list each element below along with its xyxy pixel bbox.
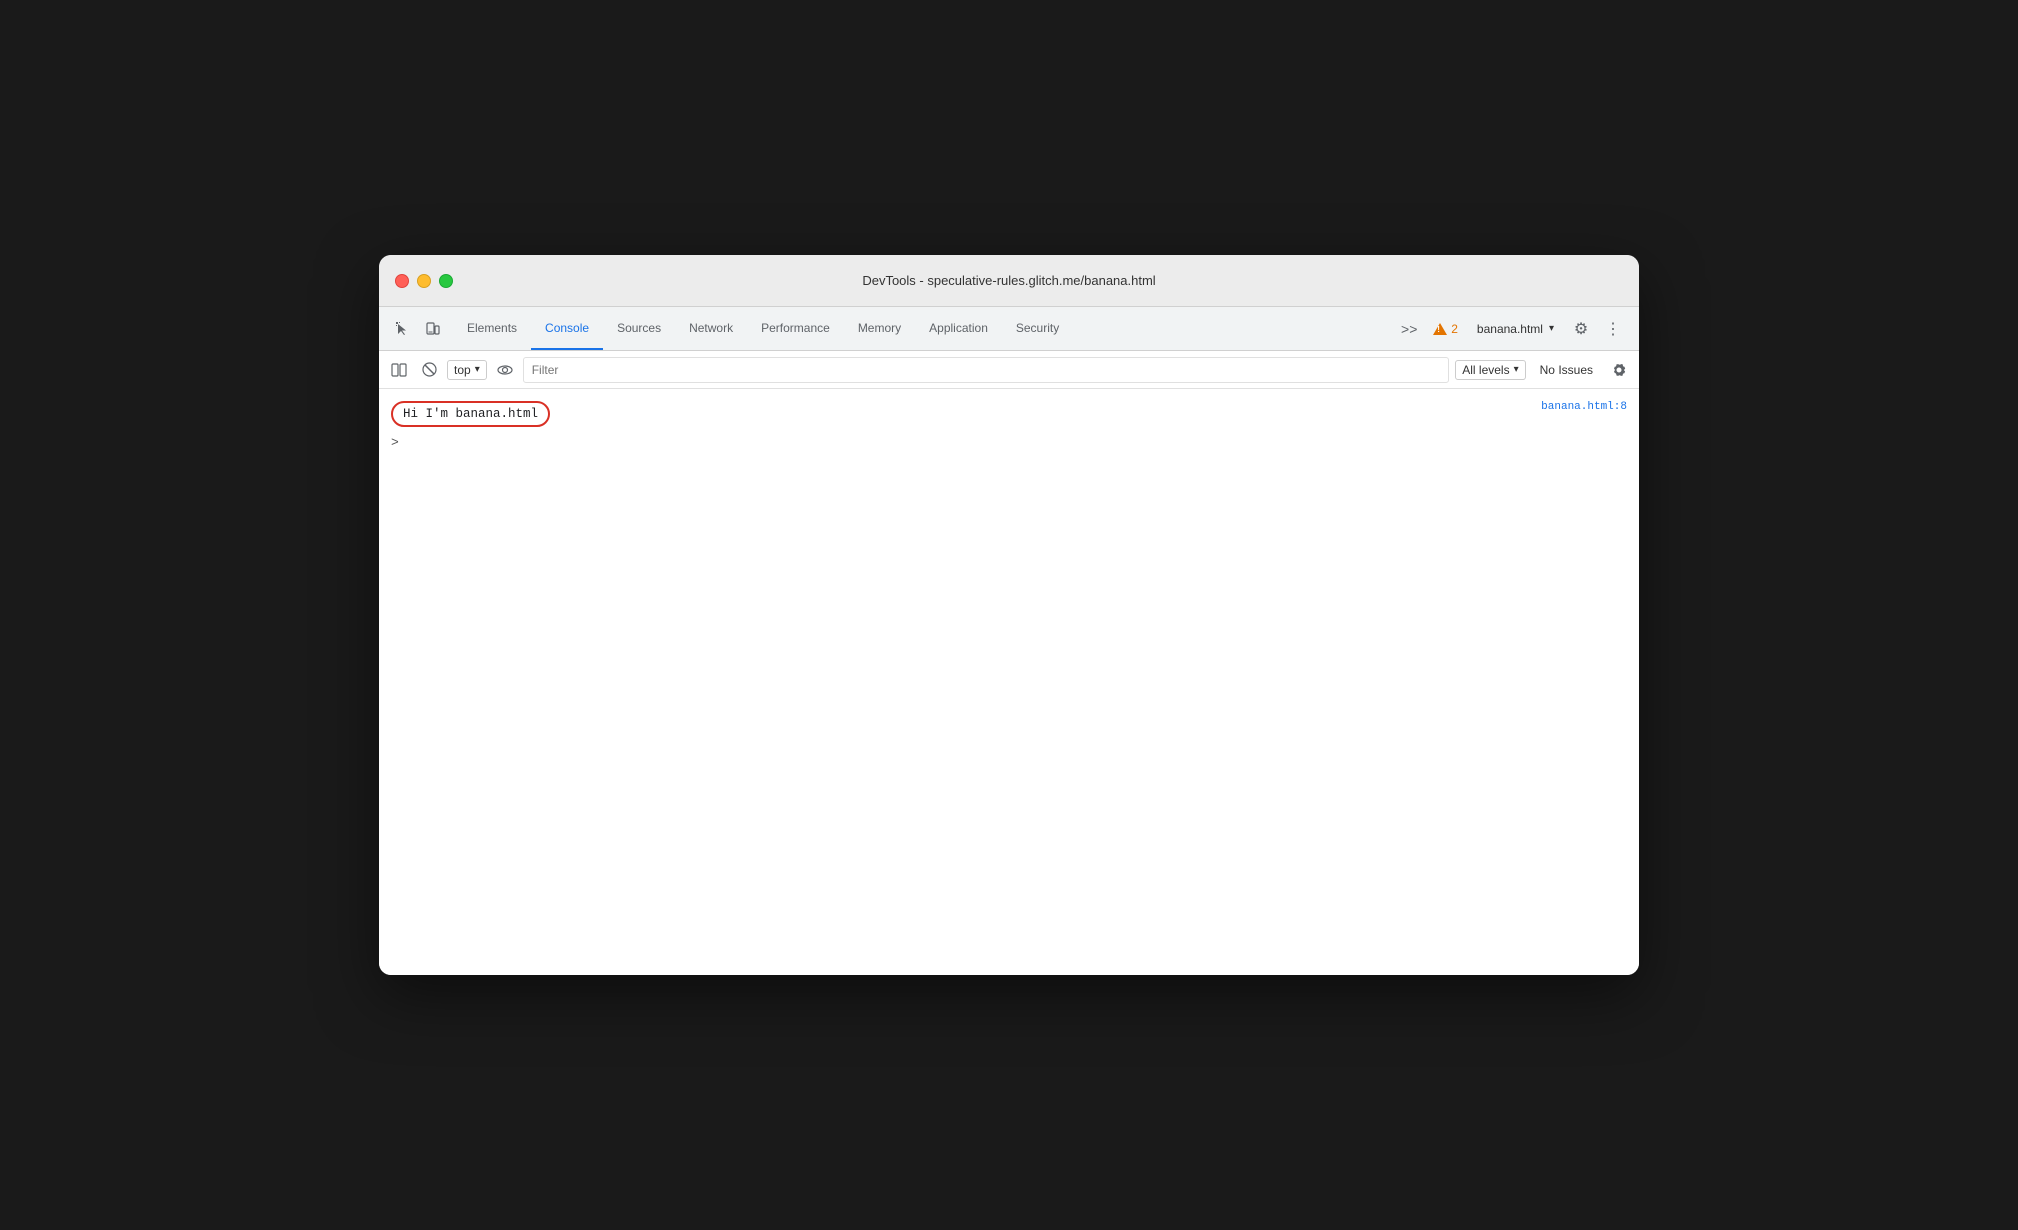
traffic-lights — [395, 274, 453, 288]
maximize-button[interactable] — [439, 274, 453, 288]
filename-selector[interactable]: banana.html ▾ — [1468, 319, 1563, 339]
live-expressions-button[interactable] — [493, 358, 517, 382]
tab-bar-right: >> 2 banana.html ▾ ⚙ ⋮ — [1387, 307, 1635, 350]
chevron-down-icon: ▾ — [1549, 323, 1554, 334]
log-levels-selector[interactable]: All levels ▾ — [1455, 360, 1525, 380]
tab-network[interactable]: Network — [675, 307, 747, 350]
console-settings-button[interactable] — [1607, 358, 1631, 382]
devtools-window: DevTools - speculative-rules.glitch.me/b… — [379, 255, 1639, 975]
levels-chevron-icon: ▾ — [1514, 364, 1519, 375]
inspect-element-button[interactable] — [389, 315, 417, 343]
title-bar: DevTools - speculative-rules.glitch.me/b… — [379, 255, 1639, 307]
tab-memory[interactable]: Memory — [844, 307, 915, 350]
context-chevron-icon: ▾ — [475, 364, 480, 375]
device-toolbar-button[interactable] — [419, 315, 447, 343]
window-title: DevTools - speculative-rules.glitch.me/b… — [862, 273, 1155, 288]
cursor-icon — [395, 321, 411, 337]
settings-button[interactable]: ⚙ — [1567, 315, 1595, 343]
console-message: Hi I'm banana.html — [391, 401, 550, 427]
clear-icon — [422, 362, 437, 377]
console-content: Hi I'm banana.html banana.html:8 > — [379, 389, 1639, 975]
console-entry: Hi I'm banana.html banana.html:8 — [391, 397, 1627, 431]
sidebar-toggle-icon — [391, 362, 407, 378]
minimize-button[interactable] — [417, 274, 431, 288]
tab-sources[interactable]: Sources — [603, 307, 675, 350]
warning-triangle-icon — [1433, 323, 1447, 335]
console-message-text: Hi I'm banana.html — [391, 401, 550, 427]
eye-icon — [497, 362, 513, 378]
tab-security[interactable]: Security — [1002, 307, 1073, 350]
no-issues-label: No Issues — [1532, 361, 1601, 379]
close-button[interactable] — [395, 274, 409, 288]
tab-elements[interactable]: Elements — [453, 307, 531, 350]
clear-console-button[interactable] — [417, 358, 441, 382]
context-selector[interactable]: top ▾ — [447, 360, 487, 380]
tab-performance[interactable]: Performance — [747, 307, 844, 350]
sidebar-toggle-button[interactable] — [387, 358, 411, 382]
more-options-button[interactable]: ⋮ — [1599, 315, 1627, 343]
device-icon — [425, 321, 441, 337]
tabs-container: Elements Console Sources Network Perform… — [453, 307, 1387, 350]
console-toolbar: top ▾ All levels ▾ No Issues — [379, 351, 1639, 389]
tab-bar-left-icons — [383, 307, 453, 350]
issues-badge[interactable]: 2 — [1427, 322, 1464, 336]
console-source-link[interactable]: banana.html:8 — [1541, 401, 1627, 413]
more-tabs-button[interactable]: >> — [1395, 315, 1423, 343]
prompt-chevron-icon: > — [391, 435, 399, 450]
filter-input[interactable] — [523, 357, 1450, 383]
console-prompt: > — [391, 431, 1627, 454]
settings-gear-icon — [1611, 362, 1627, 378]
tab-application[interactable]: Application — [915, 307, 1002, 350]
tab-bar: Elements Console Sources Network Perform… — [379, 307, 1639, 351]
tab-console[interactable]: Console — [531, 307, 603, 350]
